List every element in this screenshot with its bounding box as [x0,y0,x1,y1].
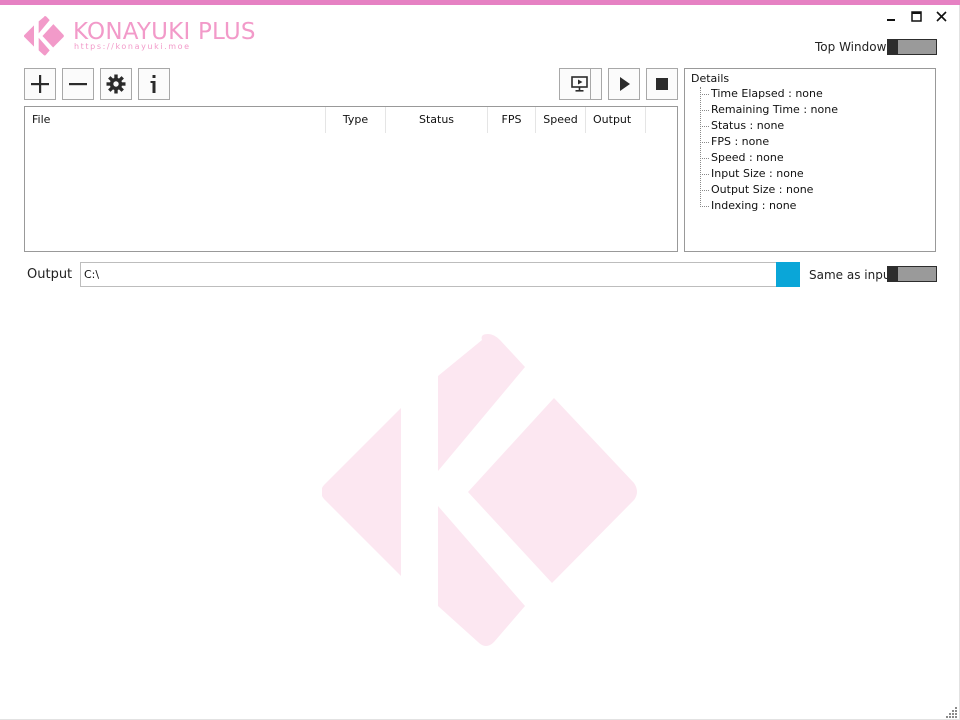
detail-indexing[interactable]: Indexing : none [700,198,796,214]
app-logo: KONAYUKI PLUS https://konayuki.moe [24,16,256,58]
close-icon [935,10,947,22]
same-as-input-label: Same as input [809,268,896,282]
app-url: https://konayuki.moe [74,42,191,51]
minus-icon [69,83,87,86]
preview-toggle-button[interactable] [559,68,602,100]
add-file-button[interactable] [24,68,56,100]
detail-time-elapsed[interactable]: Time Elapsed : none [700,86,823,102]
konayuki-k-logo-icon [24,16,64,56]
detail-output-size[interactable]: Output Size : none [700,182,813,198]
stop-icon [656,78,668,90]
browse-output-button[interactable] [776,262,800,287]
gear-icon [106,74,126,94]
resize-grip-icon[interactable] [946,706,958,718]
plus-icon [31,75,49,93]
start-button[interactable] [608,68,640,100]
window-accent-bar [0,0,960,5]
stop-button[interactable] [646,68,678,100]
column-header-output[interactable]: Output [586,107,646,133]
minimize-button[interactable] [880,8,902,24]
preview-toggle-switch [590,69,601,99]
file-list[interactable]: File Type Status FPS Speed Output [24,106,678,252]
output-label: Output [27,267,73,282]
column-header-fps[interactable]: FPS [488,107,536,133]
detail-remaining-time[interactable]: Remaining Time : none [700,102,838,118]
details-root-node[interactable]: Details [691,72,729,85]
monitor-preview-icon [570,76,588,92]
same-as-input-toggle[interactable] [887,266,937,282]
top-window-label: Top Window [815,40,887,54]
maximize-icon [910,10,922,22]
detail-fps[interactable]: FPS : none [700,134,769,150]
konayuki-watermark-logo-icon [322,334,637,646]
column-header-status[interactable]: Status [386,107,488,133]
about-button[interactable] [138,68,170,100]
top-window-toggle[interactable] [887,39,937,55]
play-icon [620,77,630,91]
details-panel[interactable]: Details Time Elapsed : none Remaining Ti… [684,68,936,252]
output-path-input[interactable] [80,262,777,287]
remove-file-button[interactable] [62,68,94,100]
settings-button[interactable] [100,68,132,100]
minimize-icon [887,19,895,21]
toggle-knob [888,267,898,281]
column-header-type[interactable]: Type [326,107,386,133]
column-header-file[interactable]: File [25,107,326,133]
detail-input-size[interactable]: Input Size : none [700,166,804,182]
toggle-knob [888,40,898,54]
info-icon [150,75,156,93]
close-button[interactable] [930,8,952,24]
maximize-button[interactable] [905,8,927,24]
column-header-speed[interactable]: Speed [536,107,586,133]
file-list-header: File Type Status FPS Speed Output [25,107,677,133]
detail-speed[interactable]: Speed : none [700,150,784,166]
detail-status[interactable]: Status : none [700,118,784,134]
